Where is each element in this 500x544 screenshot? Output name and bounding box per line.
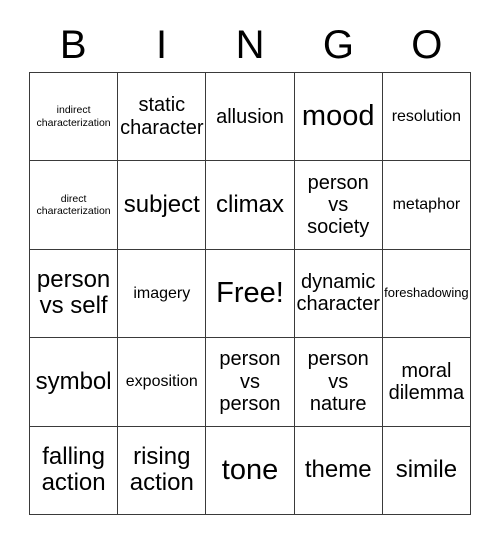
bingo-cell[interactable]: falling action	[30, 426, 119, 515]
bingo-cell[interactable]: symbol	[30, 338, 119, 427]
bingo-header-letter-b: B	[59, 23, 87, 67]
bingo-cell-label: subject	[123, 190, 200, 218]
bingo-cell-label: simile	[395, 456, 458, 484]
bingo-cell-label: rising action	[129, 442, 194, 497]
bingo-header-row: B I N G O	[29, 18, 471, 72]
bingo-cell[interactable]: theme	[294, 426, 383, 515]
bingo-cell-label: symbol	[35, 367, 112, 395]
bingo-cell-label: falling action	[41, 442, 106, 497]
bingo-cell[interactable]: allusion	[206, 73, 295, 162]
bingo-cell-label: foreshadowing	[384, 285, 469, 301]
bingo-cell[interactable]: foreshadowing	[382, 249, 471, 339]
bingo-cell-label: resolution	[391, 107, 462, 125]
bingo-card: B I N G O indirect characterization stat…	[0, 0, 500, 544]
bingo-cell-label: imagery	[133, 284, 191, 302]
bingo-cell[interactable]: static character	[118, 73, 207, 162]
bingo-header-letter-o: O	[411, 23, 443, 67]
bingo-cell-label: exposition	[125, 372, 198, 390]
bingo-cell-label: mood	[301, 100, 375, 133]
bingo-cell-label: climax	[215, 190, 284, 218]
bingo-cell[interactable]: direct characterization	[30, 161, 119, 250]
bingo-cell-label: moral dilemma	[388, 359, 465, 404]
bingo-cell[interactable]: resolution	[382, 73, 471, 162]
bingo-cell-label: person vs self	[36, 266, 111, 320]
bingo-header-letter-n: N	[235, 23, 265, 67]
bingo-grid: indirect characterization static charact…	[29, 72, 471, 515]
bingo-header-letter-g: G	[322, 23, 354, 67]
bingo-cell[interactable]: exposition	[118, 338, 207, 427]
bingo-cell-label: direct characterization	[36, 192, 111, 218]
bingo-cell-label: allusion	[216, 105, 284, 128]
bingo-cell-label: metaphor	[392, 196, 461, 214]
bingo-cell-label: dynamic character	[296, 271, 380, 316]
bingo-cell-label: person vs society	[307, 171, 370, 239]
bingo-free-space-label: Free!	[216, 276, 284, 309]
bingo-cell-label: person vs nature	[307, 348, 369, 416]
bingo-cell[interactable]: rising action	[118, 426, 207, 515]
bingo-free-space-cell[interactable]: Free!	[206, 249, 295, 339]
bingo-cell[interactable]: person vs nature	[294, 338, 383, 427]
bingo-cell[interactable]: imagery	[118, 249, 207, 339]
bingo-cell-label: static character	[120, 94, 204, 139]
bingo-cell[interactable]: climax	[206, 161, 295, 250]
bingo-cell[interactable]: dynamic character	[294, 249, 383, 339]
bingo-cell[interactable]: person vs society	[294, 161, 383, 250]
bingo-cell[interactable]: metaphor	[382, 161, 471, 250]
bingo-cell-label: person vs person	[219, 348, 281, 416]
bingo-header-letter-i: I	[156, 23, 168, 67]
bingo-cell[interactable]: subject	[118, 161, 207, 250]
bingo-cell[interactable]: tone	[206, 426, 295, 515]
bingo-cell[interactable]: mood	[294, 73, 383, 162]
bingo-cell[interactable]: moral dilemma	[382, 338, 471, 427]
bingo-cell-label: theme	[304, 456, 372, 484]
bingo-cell[interactable]: person vs person	[206, 338, 295, 427]
bingo-cell[interactable]: simile	[382, 426, 471, 515]
bingo-cell[interactable]: person vs self	[30, 249, 119, 339]
bingo-cell-label: indirect characterization	[36, 104, 111, 129]
bingo-cell[interactable]: indirect characterization	[30, 73, 119, 162]
bingo-cell-label: tone	[221, 453, 279, 486]
